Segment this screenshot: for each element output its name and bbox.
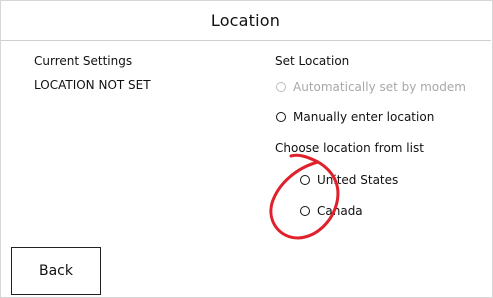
header-bar: Location: [0, 0, 491, 41]
radio-label: Manually enter location: [293, 110, 435, 124]
current-settings-heading: Current Settings: [34, 54, 133, 68]
radio-label: Canada: [317, 204, 363, 218]
radio-button-icon[interactable]: [300, 206, 310, 216]
radio-label: United States: [317, 173, 399, 187]
radio-button-icon[interactable]: [300, 175, 310, 185]
radio-united-states[interactable]: United States: [300, 173, 398, 187]
radio-button-icon: [276, 82, 286, 92]
choose-from-list-heading: Choose location from list: [275, 141, 424, 155]
back-button[interactable]: Back: [11, 247, 101, 295]
page-title: Location: [210, 10, 281, 30]
set-location-section: Set Location: [275, 54, 349, 68]
radio-button-icon[interactable]: [276, 112, 286, 122]
location-status: LOCATION NOT SET: [34, 78, 151, 92]
radio-label: Automatically set by modem: [293, 80, 466, 94]
current-settings-section: Current Settings LOCATION NOT SET: [34, 54, 151, 92]
set-location-heading: Set Location: [275, 54, 350, 68]
radio-canada[interactable]: Canada: [300, 204, 363, 218]
radio-manual-entry[interactable]: Manually enter location: [276, 110, 434, 124]
radio-auto-modem: Automatically set by modem: [276, 80, 466, 94]
